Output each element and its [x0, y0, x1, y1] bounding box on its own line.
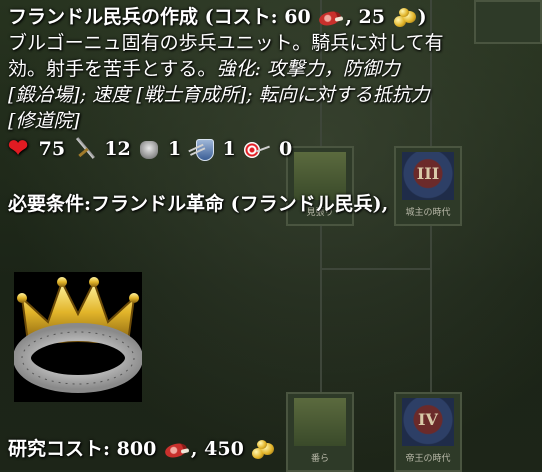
meat-icon [163, 441, 191, 459]
pierce-armor-icon [188, 137, 216, 163]
tooltip-title: フランドル民兵の作成 (コスト: 60 [8, 6, 311, 28]
upgrades-line: [修道院] [8, 110, 80, 132]
upgrades-text: 強化: 攻撃力，防御力 [216, 58, 400, 80]
armor-icon [137, 138, 161, 162]
tree-node-imperial-age[interactable]: IV 帝王の時代 [394, 392, 462, 472]
requirement-line: 必要条件:フランドル革命 (フランドル民兵), [8, 193, 389, 215]
crown-icon [14, 272, 142, 402]
range-icon [242, 138, 272, 162]
title-gold-cost: , 25 [345, 6, 385, 28]
research-cost-gold: , 450 [190, 438, 244, 460]
upgrades-line: [鍛冶場]; 速度 [戦士育成所]; 転向に対する抵抗力 [8, 84, 430, 106]
attack-value: 12 [104, 138, 131, 160]
stats-row: 75 12 1 1 0 [8, 135, 538, 163]
range-value: 0 [279, 138, 293, 160]
melee-armor-value: 1 [168, 138, 182, 160]
tree-node-tech[interactable]: 番ら [286, 392, 354, 472]
heart-icon [8, 135, 32, 161]
tooltip-title-line: フランドル民兵の作成 (コスト: 60 , 25 ) [8, 4, 538, 30]
node-picture [294, 398, 346, 446]
description-line: ブルゴーニュ固有の歩兵ユニット。騎兵に対して有 [8, 32, 444, 54]
meat-icon [317, 9, 345, 27]
research-cost-line: 研究コスト: 800 , 450 [8, 436, 276, 462]
age-numeral: IV [418, 410, 438, 429]
gold-icon [392, 7, 418, 29]
description-text: 効。射手を苦手とする。 [8, 58, 217, 80]
node-caption: 帝王の時代 [405, 454, 451, 464]
gold-icon [250, 439, 276, 461]
node-caption: 番ら [310, 454, 329, 464]
sword-icon [72, 137, 98, 163]
hp-value: 75 [38, 138, 66, 160]
research-cost-food: 研究コスト: 800 [8, 438, 157, 460]
unit-tooltip: フランドル民兵の作成 (コスト: 60 , 25 ) ブルゴーニュ固有の歩兵ユニ… [8, 4, 538, 217]
tree-connector [320, 268, 432, 270]
title-close: ) [417, 6, 427, 28]
pierce-armor-value: 1 [222, 138, 236, 160]
description-line: 効。射手を苦手とする。強化: 攻撃力，防御力 [8, 56, 538, 82]
